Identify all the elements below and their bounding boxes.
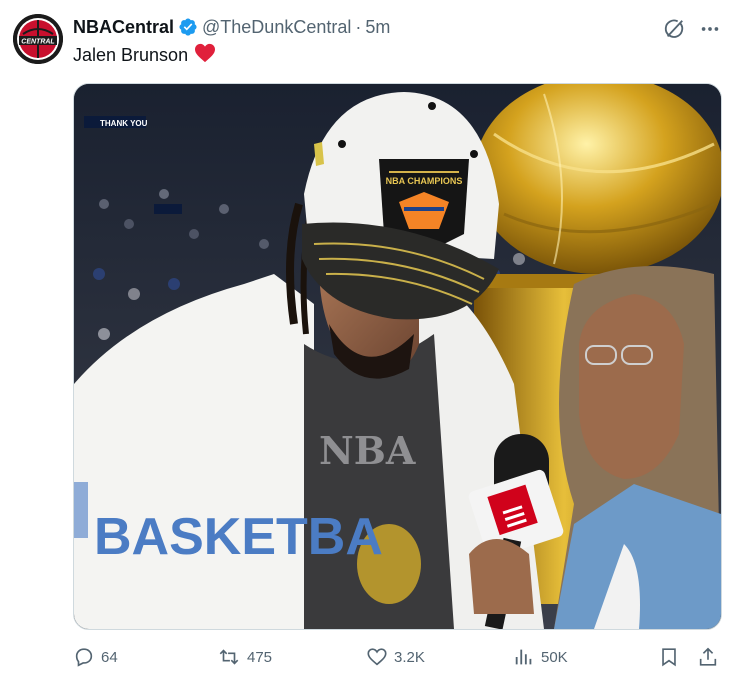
reply-count: 64: [101, 648, 118, 666]
views-button[interactable]: 50K: [513, 644, 568, 670]
shirt-text: NBA: [319, 428, 416, 473]
share-icon: [697, 646, 719, 668]
reply-button[interactable]: 64: [73, 644, 118, 670]
avatar[interactable]: CENTRAL: [13, 14, 63, 64]
bookmark-button[interactable]: [658, 644, 680, 670]
share-button[interactable]: [697, 644, 719, 670]
avatar-text: CENTRAL: [21, 39, 54, 46]
heart-emoji-icon: [194, 43, 216, 68]
scoreboard-text: THANK YOU: [100, 119, 148, 128]
separator: ·: [355, 16, 362, 37]
like-button[interactable]: 3.2K: [366, 644, 425, 670]
views-icon: [513, 646, 535, 668]
tweet-header: NBACentral @TheDunkCentral · 5m: [73, 14, 390, 40]
views-count: 50K: [541, 648, 568, 666]
verified-badge-icon[interactable]: [178, 17, 198, 37]
bookmark-icon: [658, 646, 680, 668]
towel-text: BASKETBA: [94, 508, 383, 566]
like-icon: [366, 646, 388, 668]
media-image[interactable]: THANK YOU NBA BASKETBA NBA CHAMPIONS: [73, 83, 722, 630]
more-icon[interactable]: [697, 16, 723, 42]
grok-icon[interactable]: [661, 16, 687, 42]
reply-icon: [73, 646, 95, 668]
hat-badge-text: NBA CHAMPIONS: [386, 176, 463, 186]
timestamp[interactable]: 5m: [365, 17, 390, 38]
retweet-count: 475: [247, 648, 273, 666]
like-count: 3.2K: [394, 648, 425, 666]
retweet-button[interactable]: 475: [217, 644, 272, 670]
retweet-icon: [217, 646, 241, 668]
tweet-text: Jalen Brunson: [73, 43, 216, 68]
action-bar: 64 475 3.2K 50K: [73, 644, 723, 670]
tweet-text-content: Jalen Brunson: [73, 45, 189, 65]
handle[interactable]: @TheDunkCentral: [202, 17, 351, 38]
display-name[interactable]: NBACentral: [73, 17, 174, 38]
tweet[interactable]: CENTRAL NBACentral @TheDunkCentral · 5m …: [0, 0, 739, 683]
